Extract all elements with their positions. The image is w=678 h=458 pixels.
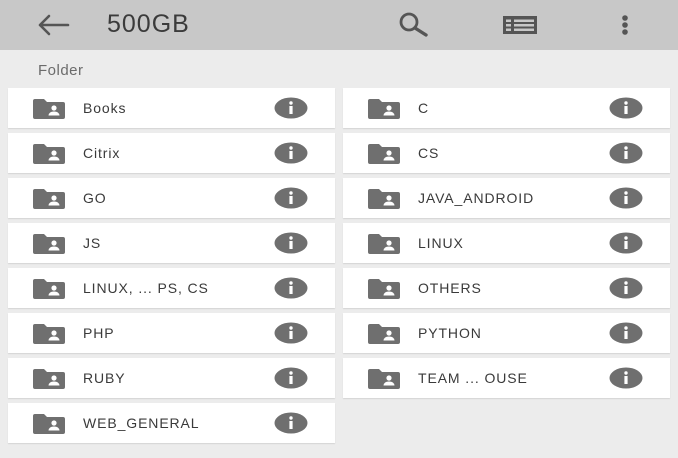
folder-shared-icon (33, 144, 65, 164)
folder-name: LINUX (418, 235, 464, 251)
folder-name: OTHERS (418, 280, 482, 296)
folder-item[interactable]: Citrix (8, 133, 335, 173)
back-arrow-icon[interactable] (38, 14, 70, 36)
folder-shared-icon (33, 369, 65, 389)
folder-item[interactable]: RUBY (8, 358, 335, 398)
folder-name: Citrix (83, 145, 121, 161)
folder-item[interactable]: PYTHON (343, 313, 670, 353)
folder-shared-icon (33, 324, 65, 344)
folder-name: GO (83, 190, 107, 206)
folder-item[interactable]: LINUX (343, 223, 670, 263)
page-title: 500GB (107, 10, 190, 38)
folder-item[interactable]: PHP (8, 313, 335, 353)
folder-item[interactable]: C (343, 88, 670, 128)
folder-item[interactable]: TEAM ... OUSE (343, 358, 670, 398)
folder-item[interactable]: JS (8, 223, 335, 263)
folder-shared-icon (368, 99, 400, 119)
search-icon[interactable] (396, 10, 432, 40)
folder-name: JS (83, 235, 102, 251)
folder-shared-icon (368, 144, 400, 164)
folder-shared-icon (33, 414, 65, 434)
info-icon[interactable] (609, 187, 643, 209)
folder-name: JAVA_ANDROID (418, 190, 535, 206)
folder-name: CS (418, 145, 440, 161)
info-icon[interactable] (274, 277, 308, 299)
folder-shared-icon (33, 234, 65, 254)
info-icon[interactable] (274, 97, 308, 119)
folder-name: RUBY (83, 370, 126, 386)
folder-shared-icon (33, 279, 65, 299)
folder-name: LINUX, ... PS, CS (83, 280, 209, 296)
folder-item[interactable]: WEB_GENERAL (8, 403, 335, 443)
folder-name: C (418, 100, 430, 116)
info-icon[interactable] (609, 142, 643, 164)
folder-name: PYTHON (418, 325, 482, 341)
folder-item[interactable]: GO (8, 178, 335, 218)
info-icon[interactable] (609, 277, 643, 299)
folder-shared-icon (368, 279, 400, 299)
folder-shared-icon (368, 369, 400, 389)
info-icon[interactable] (609, 322, 643, 344)
folder-item[interactable]: Books (8, 88, 335, 128)
info-icon[interactable] (274, 142, 308, 164)
folder-shared-icon (368, 324, 400, 344)
folder-shared-icon (368, 234, 400, 254)
info-icon[interactable] (274, 232, 308, 254)
app-bar: 500GB (0, 0, 678, 50)
folder-shared-icon (33, 99, 65, 119)
folder-item[interactable]: LINUX, ... PS, CS (8, 268, 335, 308)
folder-item[interactable]: JAVA_ANDROID (343, 178, 670, 218)
list-view-icon[interactable] (501, 10, 539, 40)
info-icon[interactable] (274, 187, 308, 209)
folder-shared-icon (33, 189, 65, 209)
folder-name: Books (83, 100, 127, 116)
info-icon[interactable] (609, 97, 643, 119)
folder-name: TEAM ... OUSE (418, 370, 528, 386)
info-icon[interactable] (609, 367, 643, 389)
info-icon[interactable] (274, 367, 308, 389)
info-icon[interactable] (274, 322, 308, 344)
more-vert-icon[interactable] (616, 10, 634, 40)
folder-item[interactable]: CS (343, 133, 670, 173)
folder-item[interactable]: OTHERS (343, 268, 670, 308)
info-icon[interactable] (609, 232, 643, 254)
info-icon[interactable] (274, 412, 308, 434)
folder-name: WEB_GENERAL (83, 415, 200, 431)
section-label-folder: Folder (38, 62, 84, 79)
folder-name: PHP (83, 325, 115, 341)
folder-shared-icon (368, 189, 400, 209)
